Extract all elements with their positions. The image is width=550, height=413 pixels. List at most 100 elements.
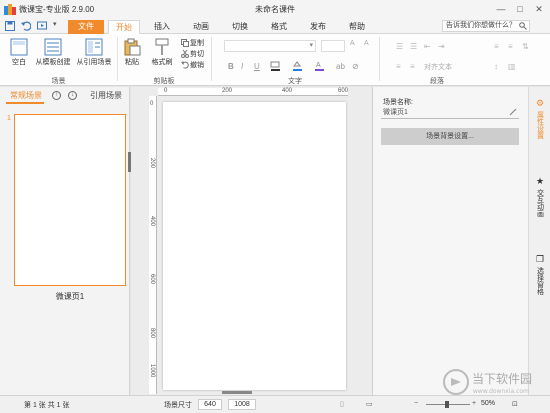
align-text-button[interactable]: 对齐文本 <box>424 62 452 72</box>
side-tab-bar: ⚙ 属性设置 ★ 交互动画 ❐ 选择窗格 <box>528 87 550 395</box>
undo-arrow-icon <box>181 61 189 69</box>
slide-caption: 微课页1 <box>55 292 85 301</box>
tab-insert[interactable]: 插入 <box>146 20 178 34</box>
tab-help[interactable]: 帮助 <box>341 20 373 34</box>
move-up-icon[interactable]: ↑ <box>52 91 61 100</box>
from-reference-scene-button[interactable]: 从引用场景 <box>74 38 114 67</box>
scene-name-label: 场景名称: <box>383 99 413 106</box>
text-effects-icon[interactable]: ab <box>336 62 345 71</box>
bullet-list-icon[interactable]: ☰ <box>396 42 403 51</box>
title-bar: 微课宝-专业版 2.9.00 未命名课件 — □ ✕ <box>0 0 550 19</box>
blank-page-icon <box>10 38 28 56</box>
justify-icon[interactable]: ≡ <box>508 42 513 51</box>
horizontal-scrollbar[interactable] <box>222 391 252 394</box>
align-left-icon[interactable]: ≡ <box>396 62 401 71</box>
slide-thumbnail[interactable] <box>14 114 126 286</box>
blank-scene-button[interactable]: 空白 <box>6 38 32 67</box>
tab-properties[interactable]: ⚙ 属性设置 <box>529 99 550 142</box>
pencil-icon[interactable] <box>509 108 517 116</box>
document-title: 未命名课件 <box>255 5 295 14</box>
tab-publish[interactable]: 发布 <box>302 20 334 34</box>
undo-button[interactable]: 撤销 <box>181 60 204 70</box>
fit-window-icon[interactable]: ▭ <box>366 400 373 408</box>
scene-canvas[interactable] <box>163 102 346 390</box>
maximize-button[interactable]: □ <box>511 2 529 16</box>
zoom-out-icon[interactable]: − <box>414 400 418 407</box>
paste-button[interactable]: 粘贴 <box>121 38 143 67</box>
star-icon: ★ <box>535 176 545 186</box>
customize-quick-access-icon[interactable]: ▾ <box>53 20 63 30</box>
scene-size-label: 场景尺寸 <box>164 402 192 409</box>
tab-normal-scenes[interactable]: 常规场景 <box>10 90 42 101</box>
preview-icon[interactable] <box>37 21 47 31</box>
scene-background-button[interactable]: 场景背景设置... <box>381 128 519 145</box>
zoom-in-icon[interactable]: + <box>472 400 476 407</box>
underline-button[interactable]: U <box>254 62 260 71</box>
ribbon-tab-bar: ▾ 文件 开始 插入 动画 切换 格式 发布 帮助 告诉我们你想做什么？ <box>0 19 550 35</box>
italic-button[interactable]: I <box>241 62 243 71</box>
copy-button[interactable]: 复制 <box>181 38 204 48</box>
close-button[interactable]: ✕ <box>530 2 548 16</box>
format-painter-button[interactable]: 格式刷 <box>148 38 176 67</box>
tab-selection-pane[interactable]: ❐ 选择窗格 <box>529 255 550 298</box>
ruler-tick-label: 200 <box>222 88 233 94</box>
font-color-icon[interactable]: A <box>314 61 328 71</box>
align-right-icon[interactable]: ≡ <box>494 42 499 51</box>
ruler-tick-label: 0 <box>150 101 154 107</box>
font-family-select[interactable]: ▾ <box>224 40 316 52</box>
fit-page-icon[interactable]: ⊡ <box>512 400 518 408</box>
tab-file[interactable]: 文件 <box>68 20 104 34</box>
ruler-tick-label: 600 <box>338 88 349 94</box>
search-input[interactable]: 告诉我们你想做什么？ <box>442 20 530 32</box>
fill-color-icon[interactable] <box>292 61 306 71</box>
reference-scene-icon <box>85 38 103 56</box>
ribbon: 空白 从模板创建 从引用场景 场景 粘贴 格式刷 复制 剪切 撤销 剪贴板 ▾ … <box>0 34 550 86</box>
scissors-icon <box>181 49 189 59</box>
watermark-logo: 当下软件园 www.downxia.com <box>443 369 532 395</box>
save-icon[interactable] <box>5 21 15 31</box>
watermark-text: 当下软件园 <box>472 372 532 386</box>
tab-transition[interactable]: 切换 <box>224 20 256 34</box>
paste-icon <box>124 38 141 56</box>
ruler-tick-label: 200 <box>149 158 155 169</box>
svg-text:A: A <box>316 62 321 69</box>
align-center-icon[interactable]: ≡ <box>410 62 415 71</box>
format-painter-icon <box>155 38 169 55</box>
line-spacing-icon[interactable]: ↕ <box>494 62 498 71</box>
zoom-slider-knob[interactable] <box>445 401 449 408</box>
tab-animation[interactable]: 动画 <box>185 20 217 34</box>
ruler-tick-label: 800 <box>149 328 155 339</box>
ruler-tick-label: 1000 <box>149 364 155 378</box>
tab-reference-scenes[interactable]: 引用场景 <box>90 90 122 101</box>
move-down-icon[interactable]: ↓ <box>68 91 77 100</box>
scene-width-field[interactable]: 640 <box>198 399 222 410</box>
numbered-list-icon[interactable]: ☰ <box>410 42 417 51</box>
from-template-button[interactable]: 从模板创建 <box>33 38 73 67</box>
clear-format-icon[interactable]: ⊘ <box>352 62 359 71</box>
scene-height-field[interactable]: 1008 <box>228 399 256 410</box>
cut-button[interactable]: 剪切 <box>181 49 204 59</box>
clipboard-group-label: 剪贴板 <box>153 78 175 85</box>
vertical-ruler: 0 200 400 600 800 1000 <box>149 96 157 394</box>
columns-icon[interactable]: ▥ <box>508 62 516 71</box>
scene-name-field[interactable]: 微课页1 <box>381 107 519 119</box>
undo-icon[interactable] <box>21 21 31 31</box>
chevron-down-icon: ▾ <box>309 42 313 49</box>
minimize-button[interactable]: — <box>492 2 510 16</box>
bold-button[interactable]: B <box>228 62 234 71</box>
shrink-font-icon[interactable]: A <box>364 40 374 52</box>
ruler-tick-label: 600 <box>149 274 155 285</box>
paragraph-group-label: 段落 <box>430 78 444 85</box>
tab-format[interactable]: 格式 <box>263 20 295 34</box>
tab-home[interactable]: 开始 <box>108 20 140 35</box>
scene-group-label: 场景 <box>51 78 66 85</box>
font-size-select[interactable] <box>321 40 345 52</box>
decrease-indent-icon[interactable]: ⇤ <box>424 42 431 51</box>
search-icon[interactable] <box>519 22 527 30</box>
phone-preview-icon[interactable]: ▯ <box>340 400 344 408</box>
tab-interaction-animation[interactable]: ★ 交互动画 <box>529 177 550 220</box>
line-color-icon[interactable] <box>270 61 284 71</box>
increase-indent-icon[interactable]: ⇥ <box>438 42 445 51</box>
text-direction-icon[interactable]: ⇅ <box>522 42 529 51</box>
grow-font-icon[interactable]: A <box>350 40 360 52</box>
